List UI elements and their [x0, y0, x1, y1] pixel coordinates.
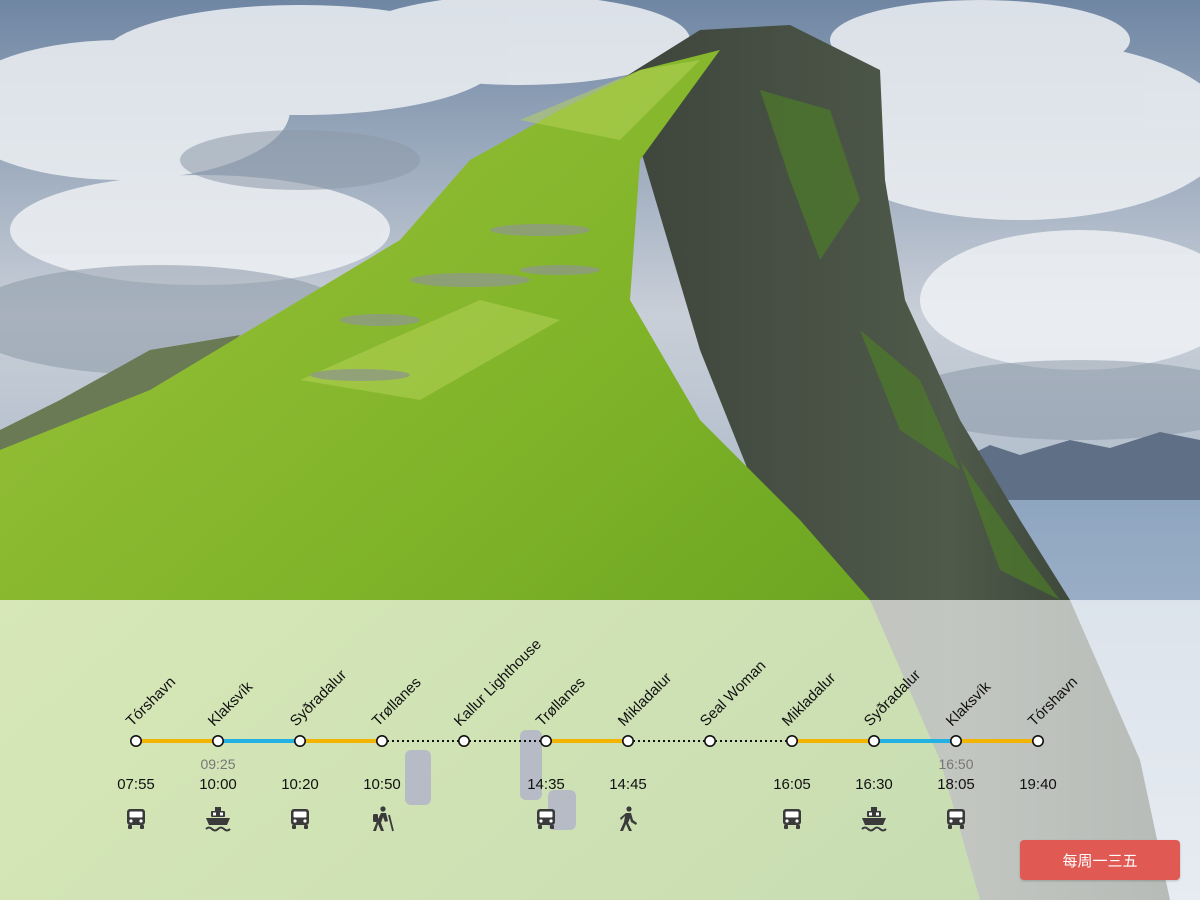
ferry-icon — [205, 807, 231, 832]
stop-time: 16:05 — [773, 776, 811, 793]
stop-dot — [130, 735, 143, 748]
stop-time: 10:50 — [363, 776, 401, 793]
stop-name: Trøllanes — [369, 674, 425, 730]
stop-dot — [703, 735, 716, 748]
stop-dot — [293, 735, 306, 748]
stop-time: 14:45 — [609, 776, 647, 793]
stop-name: Tórshavn — [123, 674, 179, 730]
stop-time: 18:05 — [937, 776, 975, 793]
bus-icon — [783, 809, 801, 829]
stop-dot — [375, 735, 388, 748]
stop-name: Mikladalur — [779, 669, 839, 729]
stop-dot — [539, 735, 552, 748]
bus-icon — [127, 809, 145, 829]
stop-dot — [1032, 735, 1045, 748]
alternate-time: 16:50 — [938, 756, 973, 772]
stop-dot — [212, 735, 225, 748]
stop-name: Seal Woman — [697, 657, 770, 730]
stop-time: 07:55 — [117, 776, 155, 793]
screen: Tórshavn 07:55 Klaksvík 09:25 10:00 Syðradalu… — [0, 0, 1200, 900]
stop-time: 19:40 — [1019, 776, 1057, 793]
bus-icon — [537, 809, 555, 829]
stop-name: Tórshavn — [1025, 674, 1081, 730]
bus-icon — [291, 809, 309, 829]
stop-time: 10:20 — [281, 776, 319, 793]
stop-time: 10:00 — [199, 776, 237, 793]
stop-dot — [949, 735, 962, 748]
stop-name: Klaksvík — [205, 678, 257, 730]
bus-icon — [947, 809, 965, 829]
ferry-icon — [861, 807, 887, 832]
stop-dot — [867, 735, 880, 748]
stop-name: Trøllanes — [533, 674, 589, 730]
stop-name: Mikladalur — [615, 669, 675, 729]
walking-icon — [620, 806, 637, 831]
stop-time: 16:30 — [855, 776, 893, 793]
alternate-time: 09:25 — [200, 756, 235, 772]
stop-name: Syðradalur — [287, 667, 350, 730]
hiking-icon — [373, 806, 394, 832]
stop-dot — [457, 735, 470, 748]
schedule-days-button[interactable]: 每周一三五 — [1020, 840, 1180, 880]
stop-time: 14:35 — [527, 776, 565, 793]
stop-name: Kallur Lighthouse — [451, 636, 545, 730]
stop-name: Syðradalur — [861, 667, 924, 730]
stop-dot — [621, 735, 634, 748]
stop-name: Klaksvík — [943, 678, 995, 730]
stop-dot — [785, 735, 798, 748]
